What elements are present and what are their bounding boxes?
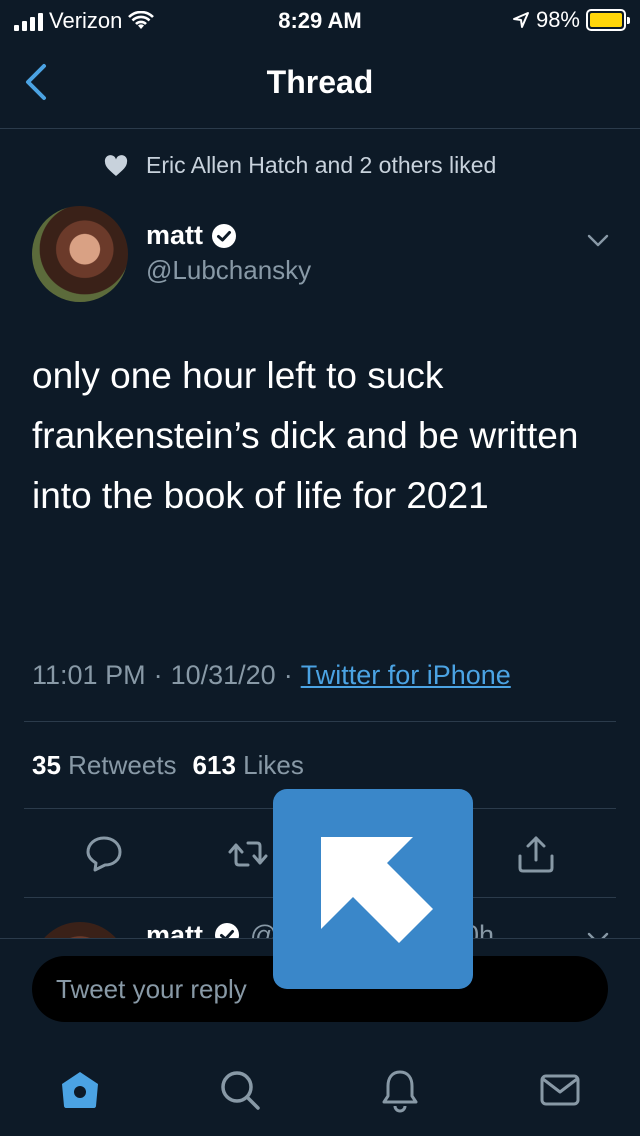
tweet-text: only one hour left to suck frankenstein’…	[32, 355, 579, 516]
battery-icon	[586, 9, 630, 31]
author-handle[interactable]: @Lubchansky	[146, 255, 311, 286]
chevron-down-icon[interactable]	[586, 926, 610, 938]
author-name: matt	[146, 220, 204, 250]
retweets-stat[interactable]: 35 Retweets	[32, 750, 177, 781]
messages-icon[interactable]	[536, 1066, 584, 1114]
likes-stat[interactable]: 613 Likes	[193, 750, 304, 781]
arrow-overlay	[273, 789, 473, 989]
heart-icon	[104, 154, 128, 176]
verified-badge-icon	[215, 923, 239, 938]
retweets-label: Retweets	[68, 750, 177, 780]
notifications-icon[interactable]	[376, 1066, 424, 1114]
battery-percent: 98%	[535, 7, 580, 32]
meta-separator: ·	[283, 660, 293, 690]
tweet-stats: 35 Retweets 613 Likes	[32, 750, 304, 781]
likes-label: Likes	[243, 750, 304, 780]
avatar[interactable]	[32, 206, 128, 302]
tweet-source-link[interactable]: Twitter for iPhone	[301, 660, 511, 691]
tab-bar	[0, 1048, 640, 1136]
status-bar: Verizon 8:29 AM 98%	[0, 0, 640, 40]
share-icon[interactable]	[514, 832, 558, 876]
tweet-time: 11:01 PM	[32, 660, 146, 690]
location-arrow-icon	[512, 12, 529, 28]
reply-icon[interactable]	[82, 832, 126, 876]
tweet-meta: 11:01 PM · 10/31/20 · Twitter for iPhone	[32, 660, 511, 691]
arrow-up-left-icon	[321, 837, 433, 943]
home-icon[interactable]	[56, 1066, 104, 1114]
retweets-count: 35	[32, 750, 61, 780]
page-title: Thread	[266, 64, 374, 100]
likes-count: 613	[192, 750, 236, 780]
nav-divider	[0, 128, 640, 129]
meta-separator: ·	[153, 660, 163, 690]
tweet-date: 10/31/20	[170, 660, 276, 690]
retweet-icon[interactable]	[226, 832, 270, 876]
search-icon[interactable]	[216, 1066, 264, 1114]
chevron-down-icon[interactable]	[586, 228, 610, 252]
battery-area: 98%	[512, 7, 630, 33]
social-context[interactable]: Eric Allen Hatch and 2 others liked	[104, 152, 496, 179]
author-name-row[interactable]: matt	[146, 220, 237, 251]
reply-author-name: matt	[146, 920, 204, 938]
divider	[24, 721, 616, 722]
avatar[interactable]	[32, 922, 128, 938]
social-context-text: Eric Allen Hatch and 2 others liked	[146, 152, 497, 178]
verified-badge-icon	[212, 223, 237, 248]
